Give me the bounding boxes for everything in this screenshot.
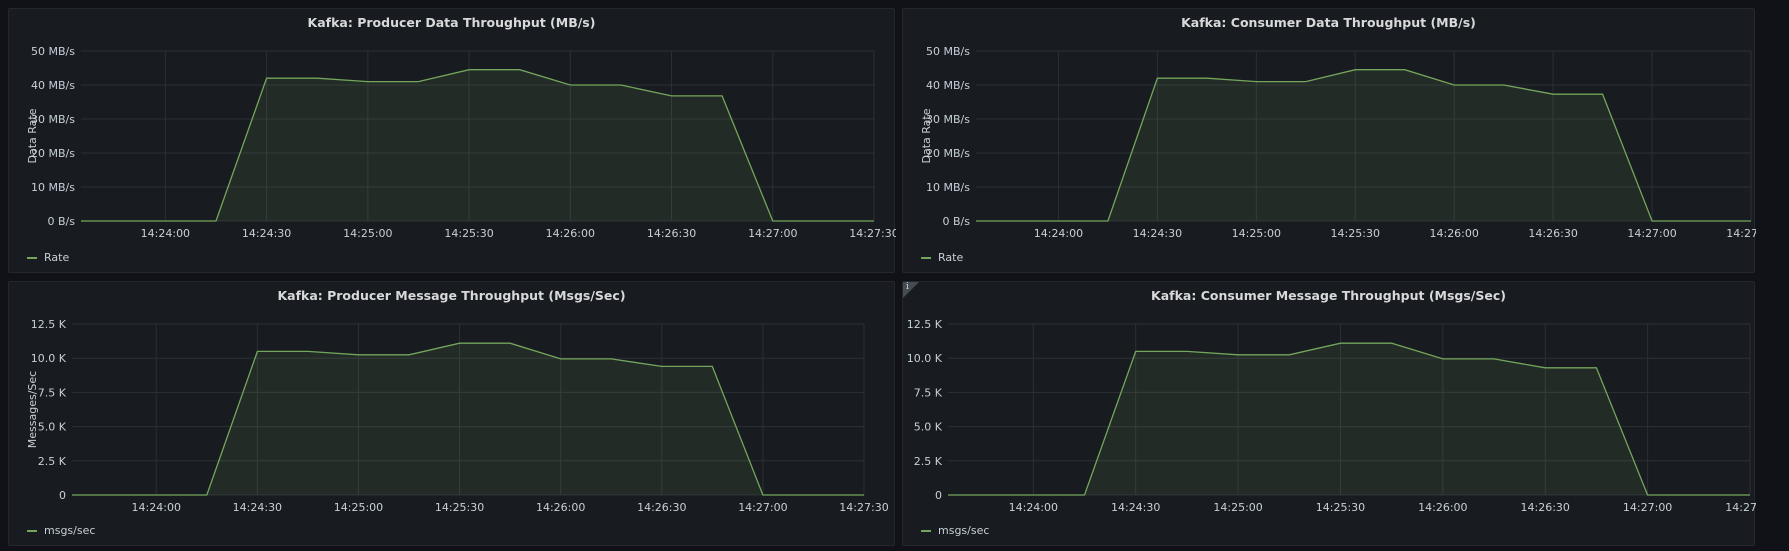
y-tick-label: 5.0 K — [38, 421, 67, 434]
x-tick-label: 14:26:30 — [647, 227, 696, 240]
x-tick-label: 14:26:00 — [1418, 501, 1467, 514]
y-axis-label: Data Rate — [26, 108, 39, 163]
x-tick-label: 14:25:00 — [343, 227, 392, 240]
y-tick-label: 0 — [59, 489, 66, 502]
x-tick-label: 14:27:00 — [748, 227, 797, 240]
y-tick-label: 10.0 K — [31, 352, 67, 365]
y-tick-label: 7.5 K — [38, 386, 67, 399]
x-tick-label: 14:25:30 — [1316, 501, 1365, 514]
x-tick-label: 14:27:30 — [849, 227, 896, 240]
x-tick-label: 14:27:00 — [1627, 227, 1676, 240]
y-tick-label: 0 — [935, 489, 942, 502]
legend: Rate — [921, 251, 963, 264]
x-tick-label: 14:26:00 — [536, 501, 585, 514]
y-tick-label: 12.5 K — [31, 318, 67, 331]
legend-swatch — [27, 529, 37, 532]
panel-consumer-data-throughput[interactable]: Kafka: Consumer Data Throughput (MB/s) 0… — [902, 8, 1756, 273]
x-tick-label: 14:25:30 — [1331, 227, 1380, 240]
series-area — [948, 343, 1750, 495]
legend-label-msgs-sec[interactable]: msgs/sec — [44, 524, 95, 537]
legend: Rate — [27, 251, 69, 264]
y-tick-label: 5.0 K — [914, 421, 943, 434]
chart-svg: 0 B/s10 MB/s20 MB/s30 MB/s40 MB/s50 MB/s… — [920, 45, 1756, 240]
y-tick-label: 40 MB/s — [926, 79, 970, 92]
legend-label-rate[interactable]: Rate — [44, 251, 69, 264]
x-tick-label: 14:27:00 — [1623, 501, 1672, 514]
y-tick-label: 50 MB/s — [926, 45, 970, 58]
y-axis-label: Messages/Sec — [26, 371, 39, 448]
y-tick-label: 10 MB/s — [926, 181, 970, 194]
legend-swatch — [921, 529, 931, 532]
x-tick-label: 14:24:00 — [1009, 501, 1058, 514]
chart-svg: 0 2.5 K 5.0 K 7.5 K 10.0 K 12.5 K 14:24:00 14:2… — [26, 318, 889, 514]
legend-swatch — [921, 256, 931, 259]
y-tick-label: 0 B/s — [48, 215, 76, 228]
y-axis-label: Data Rate — [920, 108, 933, 163]
chart-svg: 0 2.5 K 5.0 K 7.5 K 10.0 K 12.5 K 14:24:00 14:2… — [907, 318, 1756, 514]
x-tick-label: 14:24:00 — [1034, 227, 1083, 240]
legend-label-msgs-sec[interactable]: msgs/sec — [938, 524, 989, 537]
x-tick-label: 14:24:30 — [242, 227, 291, 240]
panel-producer-message-throughput[interactable]: Kafka: Producer Message Throughput (Msgs… — [8, 281, 895, 546]
legend: msgs/sec — [921, 524, 989, 537]
x-tick-label: 14:27:30 — [839, 501, 888, 514]
panel-consumer-message-throughput[interactable]: i Kafka: Consumer Message Throughput (Ms… — [902, 281, 1756, 546]
panel-producer-data-throughput[interactable]: Kafka: Producer Data Throughput (MB/s) 0… — [8, 8, 896, 273]
x-tick-label: 14:25:30 — [444, 227, 493, 240]
y-tick-label: 40 MB/s — [31, 79, 75, 92]
x-tick-label: 14:24:00 — [132, 501, 181, 514]
legend: msgs/sec — [27, 524, 95, 537]
legend-label-rate[interactable]: Rate — [938, 251, 963, 264]
x-tick-label: 14:24:00 — [141, 227, 190, 240]
y-tick-label: 7.5 K — [914, 386, 943, 399]
x-tick-label: 14:25:00 — [334, 501, 383, 514]
y-tick-label: 2.5 K — [38, 455, 67, 468]
legend-swatch — [27, 256, 37, 259]
x-tick-label: 14:25:00 — [1232, 227, 1281, 240]
series-area — [72, 343, 864, 495]
y-tick-label: 10 MB/s — [31, 181, 75, 194]
x-tick-label: 14:26:00 — [1429, 227, 1478, 240]
y-tick-label: 0 B/s — [943, 215, 971, 228]
series-area — [81, 69, 874, 221]
chart-svg: 0 B/s10 MB/s20 MB/s30 MB/s40 MB/s50 MB/s… — [26, 45, 896, 240]
x-tick-label: 14:27:00 — [738, 501, 787, 514]
x-tick-label: 14:24:30 — [233, 501, 282, 514]
y-tick-label: 12.5 K — [907, 318, 943, 331]
x-tick-label: 14:26:00 — [546, 227, 595, 240]
x-tick-label: 14:24:30 — [1111, 501, 1160, 514]
y-tick-label: 50 MB/s — [31, 45, 75, 58]
x-tick-label: 14:25:30 — [435, 501, 484, 514]
x-tick-label: 14:26:30 — [1521, 501, 1570, 514]
x-tick-label: 14:27:30 — [1725, 501, 1756, 514]
x-tick-label: 14:25:00 — [1213, 501, 1262, 514]
x-tick-label: 14:27:30 — [1726, 227, 1756, 240]
y-tick-label: 10.0 K — [907, 352, 943, 365]
x-tick-label: 14:26:30 — [637, 501, 686, 514]
x-tick-label: 14:26:30 — [1528, 227, 1577, 240]
x-tick-label: 14:24:30 — [1133, 227, 1182, 240]
series-area — [976, 69, 1751, 221]
y-tick-label: 2.5 K — [914, 455, 943, 468]
